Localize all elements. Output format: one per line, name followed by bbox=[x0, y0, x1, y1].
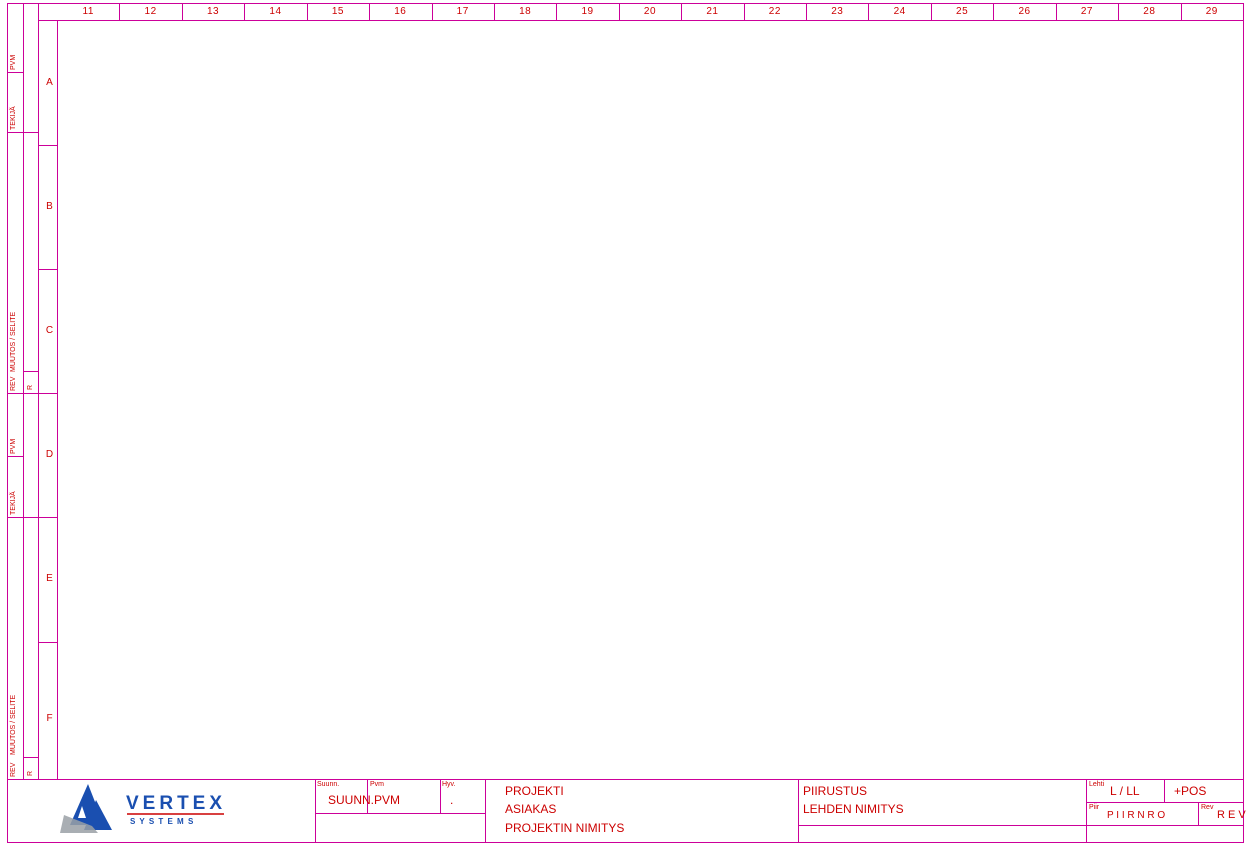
row-letter-a: A bbox=[46, 77, 53, 88]
row-letter-c: C bbox=[45, 325, 54, 336]
projektin-nimitys-field: PROJEKTIN NIMITYS bbox=[505, 821, 625, 835]
column-number-14: 14 bbox=[269, 6, 282, 17]
rev-strip-muutos-lower: MUUTOS / SELITE bbox=[10, 694, 17, 755]
column-number-18: 18 bbox=[519, 6, 532, 17]
column-number-22: 22 bbox=[768, 6, 781, 17]
column-number-17: 17 bbox=[456, 6, 469, 17]
column-number-29: 29 bbox=[1205, 6, 1218, 17]
lehti-label: Lehti bbox=[1089, 781, 1105, 788]
column-number-11: 11 bbox=[82, 6, 94, 17]
rev-value: R E V bbox=[1217, 809, 1246, 821]
piirustus-field: PIIRUSTUS bbox=[803, 784, 868, 798]
suunn-label: Suunn. bbox=[317, 781, 340, 788]
row-letter-b: B bbox=[46, 201, 53, 212]
asiakas-field: ASIAKAS bbox=[505, 802, 557, 816]
hyv-value: . bbox=[450, 793, 454, 807]
piir-value: P I I R N R O bbox=[1107, 810, 1166, 821]
rev-strip-rev-lower: REV bbox=[10, 762, 17, 777]
logo-name: VERTEX bbox=[126, 793, 227, 814]
pos-value: +POS bbox=[1174, 784, 1207, 798]
row-letter-d: D bbox=[45, 449, 54, 460]
rev-strip-r-lower: R bbox=[27, 770, 34, 776]
column-number-12: 12 bbox=[144, 6, 157, 17]
pvm-value: PVM bbox=[374, 793, 401, 807]
projekti-field: PROJEKTI bbox=[505, 784, 564, 798]
column-number-23: 23 bbox=[831, 6, 844, 17]
column-number-15: 15 bbox=[331, 6, 344, 17]
drawing-sheet: 11 12 13 14 15 16 17 18 19 20 21 22 23 24 25 26 27 28 29 A… bbox=[0, 0, 1247, 849]
column-number-26: 26 bbox=[1018, 6, 1031, 17]
lehden-nimitys-field: LEHDEN NIMITYS bbox=[803, 802, 904, 816]
hyv-label: Hyv. bbox=[442, 781, 456, 788]
column-number-16: 16 bbox=[394, 6, 407, 17]
rev-strip-pvm-lower: PVM bbox=[10, 438, 17, 454]
rev-strip-pvm-upper: PVM bbox=[10, 54, 17, 70]
pvm-label: Pvm bbox=[370, 781, 384, 788]
column-number-28: 28 bbox=[1143, 6, 1156, 17]
piir-label: Piir bbox=[1089, 804, 1100, 811]
column-number-13: 13 bbox=[206, 6, 220, 17]
frame-lines bbox=[7, 3, 1244, 843]
rev-label: Rev bbox=[1201, 804, 1214, 811]
rev-strip-rev-upper: REV bbox=[10, 376, 17, 391]
rev-strip-r-upper: R bbox=[27, 384, 34, 390]
column-number-21: 21 bbox=[706, 6, 719, 17]
rev-strip-muutos-upper: MUUTOS / SELITE bbox=[10, 311, 17, 372]
logo-tagline: S Y S T E M S bbox=[130, 817, 195, 826]
rev-strip-tekija-upper: TEKIJÄ bbox=[10, 106, 17, 130]
column-number-24: 24 bbox=[893, 6, 906, 17]
vertex-logo-icon bbox=[60, 784, 112, 833]
column-number-25: 25 bbox=[956, 6, 969, 17]
row-letter-e: E bbox=[46, 573, 53, 584]
column-number-19: 19 bbox=[581, 6, 594, 17]
rev-strip-tekija-lower: TEKIJÄ bbox=[10, 491, 17, 515]
row-letter-f: F bbox=[46, 713, 53, 724]
lehti-value: L / LL bbox=[1110, 784, 1140, 798]
suunn-value: SUUNN. bbox=[328, 793, 375, 807]
column-number-20: 20 bbox=[643, 6, 657, 17]
column-number-27: 27 bbox=[1080, 6, 1093, 17]
